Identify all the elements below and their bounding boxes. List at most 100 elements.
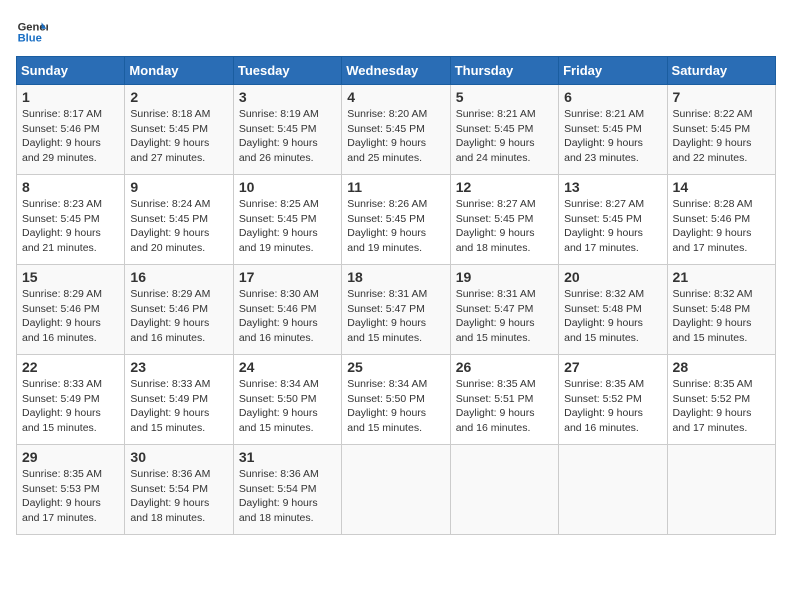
header-day-saturday: Saturday — [667, 57, 775, 85]
sunset-label: Sunset: 5:52 PM — [673, 393, 751, 405]
daylight-label: Daylight: 9 hours and 19 minutes. — [347, 227, 426, 254]
day-info: Sunrise: 8:27 AM Sunset: 5:45 PM Dayligh… — [564, 197, 661, 256]
daylight-label: Daylight: 9 hours and 15 minutes. — [22, 407, 101, 434]
sunset-label: Sunset: 5:46 PM — [673, 213, 751, 225]
header-row: SundayMondayTuesdayWednesdayThursdayFrid… — [17, 57, 776, 85]
day-number: 24 — [239, 359, 336, 375]
sunset-label: Sunset: 5:45 PM — [347, 123, 425, 135]
sunset-label: Sunset: 5:45 PM — [564, 213, 642, 225]
day-info: Sunrise: 8:31 AM Sunset: 5:47 PM Dayligh… — [347, 287, 444, 346]
daylight-label: Daylight: 9 hours and 17 minutes. — [564, 227, 643, 254]
day-number: 10 — [239, 179, 336, 195]
calendar-cell: 8 Sunrise: 8:23 AM Sunset: 5:45 PM Dayli… — [17, 175, 125, 265]
logo: General Blue — [16, 16, 48, 48]
day-number: 4 — [347, 89, 444, 105]
day-number: 21 — [673, 269, 770, 285]
day-info: Sunrise: 8:32 AM Sunset: 5:48 PM Dayligh… — [564, 287, 661, 346]
day-info: Sunrise: 8:29 AM Sunset: 5:46 PM Dayligh… — [22, 287, 119, 346]
calendar-cell: 11 Sunrise: 8:26 AM Sunset: 5:45 PM Dayl… — [342, 175, 450, 265]
day-number: 1 — [22, 89, 119, 105]
daylight-label: Daylight: 9 hours and 16 minutes. — [456, 407, 535, 434]
sunrise-label: Sunrise: 8:29 AM — [22, 288, 102, 300]
calendar-cell: 10 Sunrise: 8:25 AM Sunset: 5:45 PM Dayl… — [233, 175, 341, 265]
calendar-cell: 14 Sunrise: 8:28 AM Sunset: 5:46 PM Dayl… — [667, 175, 775, 265]
day-info: Sunrise: 8:24 AM Sunset: 5:45 PM Dayligh… — [130, 197, 227, 256]
week-row: 1 Sunrise: 8:17 AM Sunset: 5:46 PM Dayli… — [17, 85, 776, 175]
daylight-label: Daylight: 9 hours and 16 minutes. — [564, 407, 643, 434]
daylight-label: Daylight: 9 hours and 26 minutes. — [239, 137, 318, 164]
calendar-cell: 9 Sunrise: 8:24 AM Sunset: 5:45 PM Dayli… — [125, 175, 233, 265]
sunrise-label: Sunrise: 8:19 AM — [239, 108, 319, 120]
header-day-monday: Monday — [125, 57, 233, 85]
calendar-cell — [667, 445, 775, 535]
day-info: Sunrise: 8:30 AM Sunset: 5:46 PM Dayligh… — [239, 287, 336, 346]
sunset-label: Sunset: 5:50 PM — [239, 393, 317, 405]
sunrise-label: Sunrise: 8:30 AM — [239, 288, 319, 300]
day-info: Sunrise: 8:22 AM Sunset: 5:45 PM Dayligh… — [673, 107, 770, 166]
header-day-thursday: Thursday — [450, 57, 558, 85]
daylight-label: Daylight: 9 hours and 15 minutes. — [673, 317, 752, 344]
daylight-label: Daylight: 9 hours and 16 minutes. — [130, 317, 209, 344]
calendar-cell: 24 Sunrise: 8:34 AM Sunset: 5:50 PM Dayl… — [233, 355, 341, 445]
day-number: 28 — [673, 359, 770, 375]
day-number: 14 — [673, 179, 770, 195]
daylight-label: Daylight: 9 hours and 17 minutes. — [673, 227, 752, 254]
sunrise-label: Sunrise: 8:31 AM — [347, 288, 427, 300]
sunset-label: Sunset: 5:46 PM — [22, 123, 100, 135]
day-number: 26 — [456, 359, 553, 375]
sunset-label: Sunset: 5:48 PM — [673, 303, 751, 315]
sunset-label: Sunset: 5:45 PM — [239, 123, 317, 135]
calendar-cell: 19 Sunrise: 8:31 AM Sunset: 5:47 PM Dayl… — [450, 265, 558, 355]
sunrise-label: Sunrise: 8:35 AM — [564, 378, 644, 390]
calendar-cell: 16 Sunrise: 8:29 AM Sunset: 5:46 PM Dayl… — [125, 265, 233, 355]
daylight-label: Daylight: 9 hours and 19 minutes. — [239, 227, 318, 254]
calendar-cell: 25 Sunrise: 8:34 AM Sunset: 5:50 PM Dayl… — [342, 355, 450, 445]
sunset-label: Sunset: 5:45 PM — [456, 123, 534, 135]
daylight-label: Daylight: 9 hours and 15 minutes. — [456, 317, 535, 344]
sunrise-label: Sunrise: 8:32 AM — [673, 288, 753, 300]
sunset-label: Sunset: 5:49 PM — [22, 393, 100, 405]
day-info: Sunrise: 8:35 AM Sunset: 5:53 PM Dayligh… — [22, 467, 119, 526]
daylight-label: Daylight: 9 hours and 17 minutes. — [673, 407, 752, 434]
daylight-label: Daylight: 9 hours and 15 minutes. — [347, 317, 426, 344]
day-info: Sunrise: 8:31 AM Sunset: 5:47 PM Dayligh… — [456, 287, 553, 346]
day-number: 19 — [456, 269, 553, 285]
header: General Blue — [16, 16, 776, 48]
sunrise-label: Sunrise: 8:27 AM — [564, 198, 644, 210]
sunset-label: Sunset: 5:52 PM — [564, 393, 642, 405]
day-info: Sunrise: 8:33 AM Sunset: 5:49 PM Dayligh… — [22, 377, 119, 436]
calendar-cell: 28 Sunrise: 8:35 AM Sunset: 5:52 PM Dayl… — [667, 355, 775, 445]
day-number: 25 — [347, 359, 444, 375]
daylight-label: Daylight: 9 hours and 25 minutes. — [347, 137, 426, 164]
sunrise-label: Sunrise: 8:25 AM — [239, 198, 319, 210]
sunrise-label: Sunrise: 8:34 AM — [347, 378, 427, 390]
sunrise-label: Sunrise: 8:35 AM — [456, 378, 536, 390]
daylight-label: Daylight: 9 hours and 29 minutes. — [22, 137, 101, 164]
day-number: 8 — [22, 179, 119, 195]
calendar-cell: 6 Sunrise: 8:21 AM Sunset: 5:45 PM Dayli… — [559, 85, 667, 175]
daylight-label: Daylight: 9 hours and 18 minutes. — [130, 497, 209, 524]
calendar-cell: 23 Sunrise: 8:33 AM Sunset: 5:49 PM Dayl… — [125, 355, 233, 445]
calendar-cell: 4 Sunrise: 8:20 AM Sunset: 5:45 PM Dayli… — [342, 85, 450, 175]
sunrise-label: Sunrise: 8:36 AM — [239, 468, 319, 480]
day-info: Sunrise: 8:17 AM Sunset: 5:46 PM Dayligh… — [22, 107, 119, 166]
day-info: Sunrise: 8:28 AM Sunset: 5:46 PM Dayligh… — [673, 197, 770, 256]
calendar-cell: 29 Sunrise: 8:35 AM Sunset: 5:53 PM Dayl… — [17, 445, 125, 535]
header-day-wednesday: Wednesday — [342, 57, 450, 85]
day-info: Sunrise: 8:19 AM Sunset: 5:45 PM Dayligh… — [239, 107, 336, 166]
sunrise-label: Sunrise: 8:21 AM — [564, 108, 644, 120]
daylight-label: Daylight: 9 hours and 27 minutes. — [130, 137, 209, 164]
sunrise-label: Sunrise: 8:35 AM — [673, 378, 753, 390]
sunrise-label: Sunrise: 8:34 AM — [239, 378, 319, 390]
calendar-cell: 13 Sunrise: 8:27 AM Sunset: 5:45 PM Dayl… — [559, 175, 667, 265]
sunset-label: Sunset: 5:46 PM — [239, 303, 317, 315]
calendar-cell: 15 Sunrise: 8:29 AM Sunset: 5:46 PM Dayl… — [17, 265, 125, 355]
sunrise-label: Sunrise: 8:36 AM — [130, 468, 210, 480]
week-row: 15 Sunrise: 8:29 AM Sunset: 5:46 PM Dayl… — [17, 265, 776, 355]
day-info: Sunrise: 8:21 AM Sunset: 5:45 PM Dayligh… — [564, 107, 661, 166]
daylight-label: Daylight: 9 hours and 15 minutes. — [564, 317, 643, 344]
day-number: 16 — [130, 269, 227, 285]
day-info: Sunrise: 8:23 AM Sunset: 5:45 PM Dayligh… — [22, 197, 119, 256]
sunset-label: Sunset: 5:47 PM — [456, 303, 534, 315]
day-number: 9 — [130, 179, 227, 195]
